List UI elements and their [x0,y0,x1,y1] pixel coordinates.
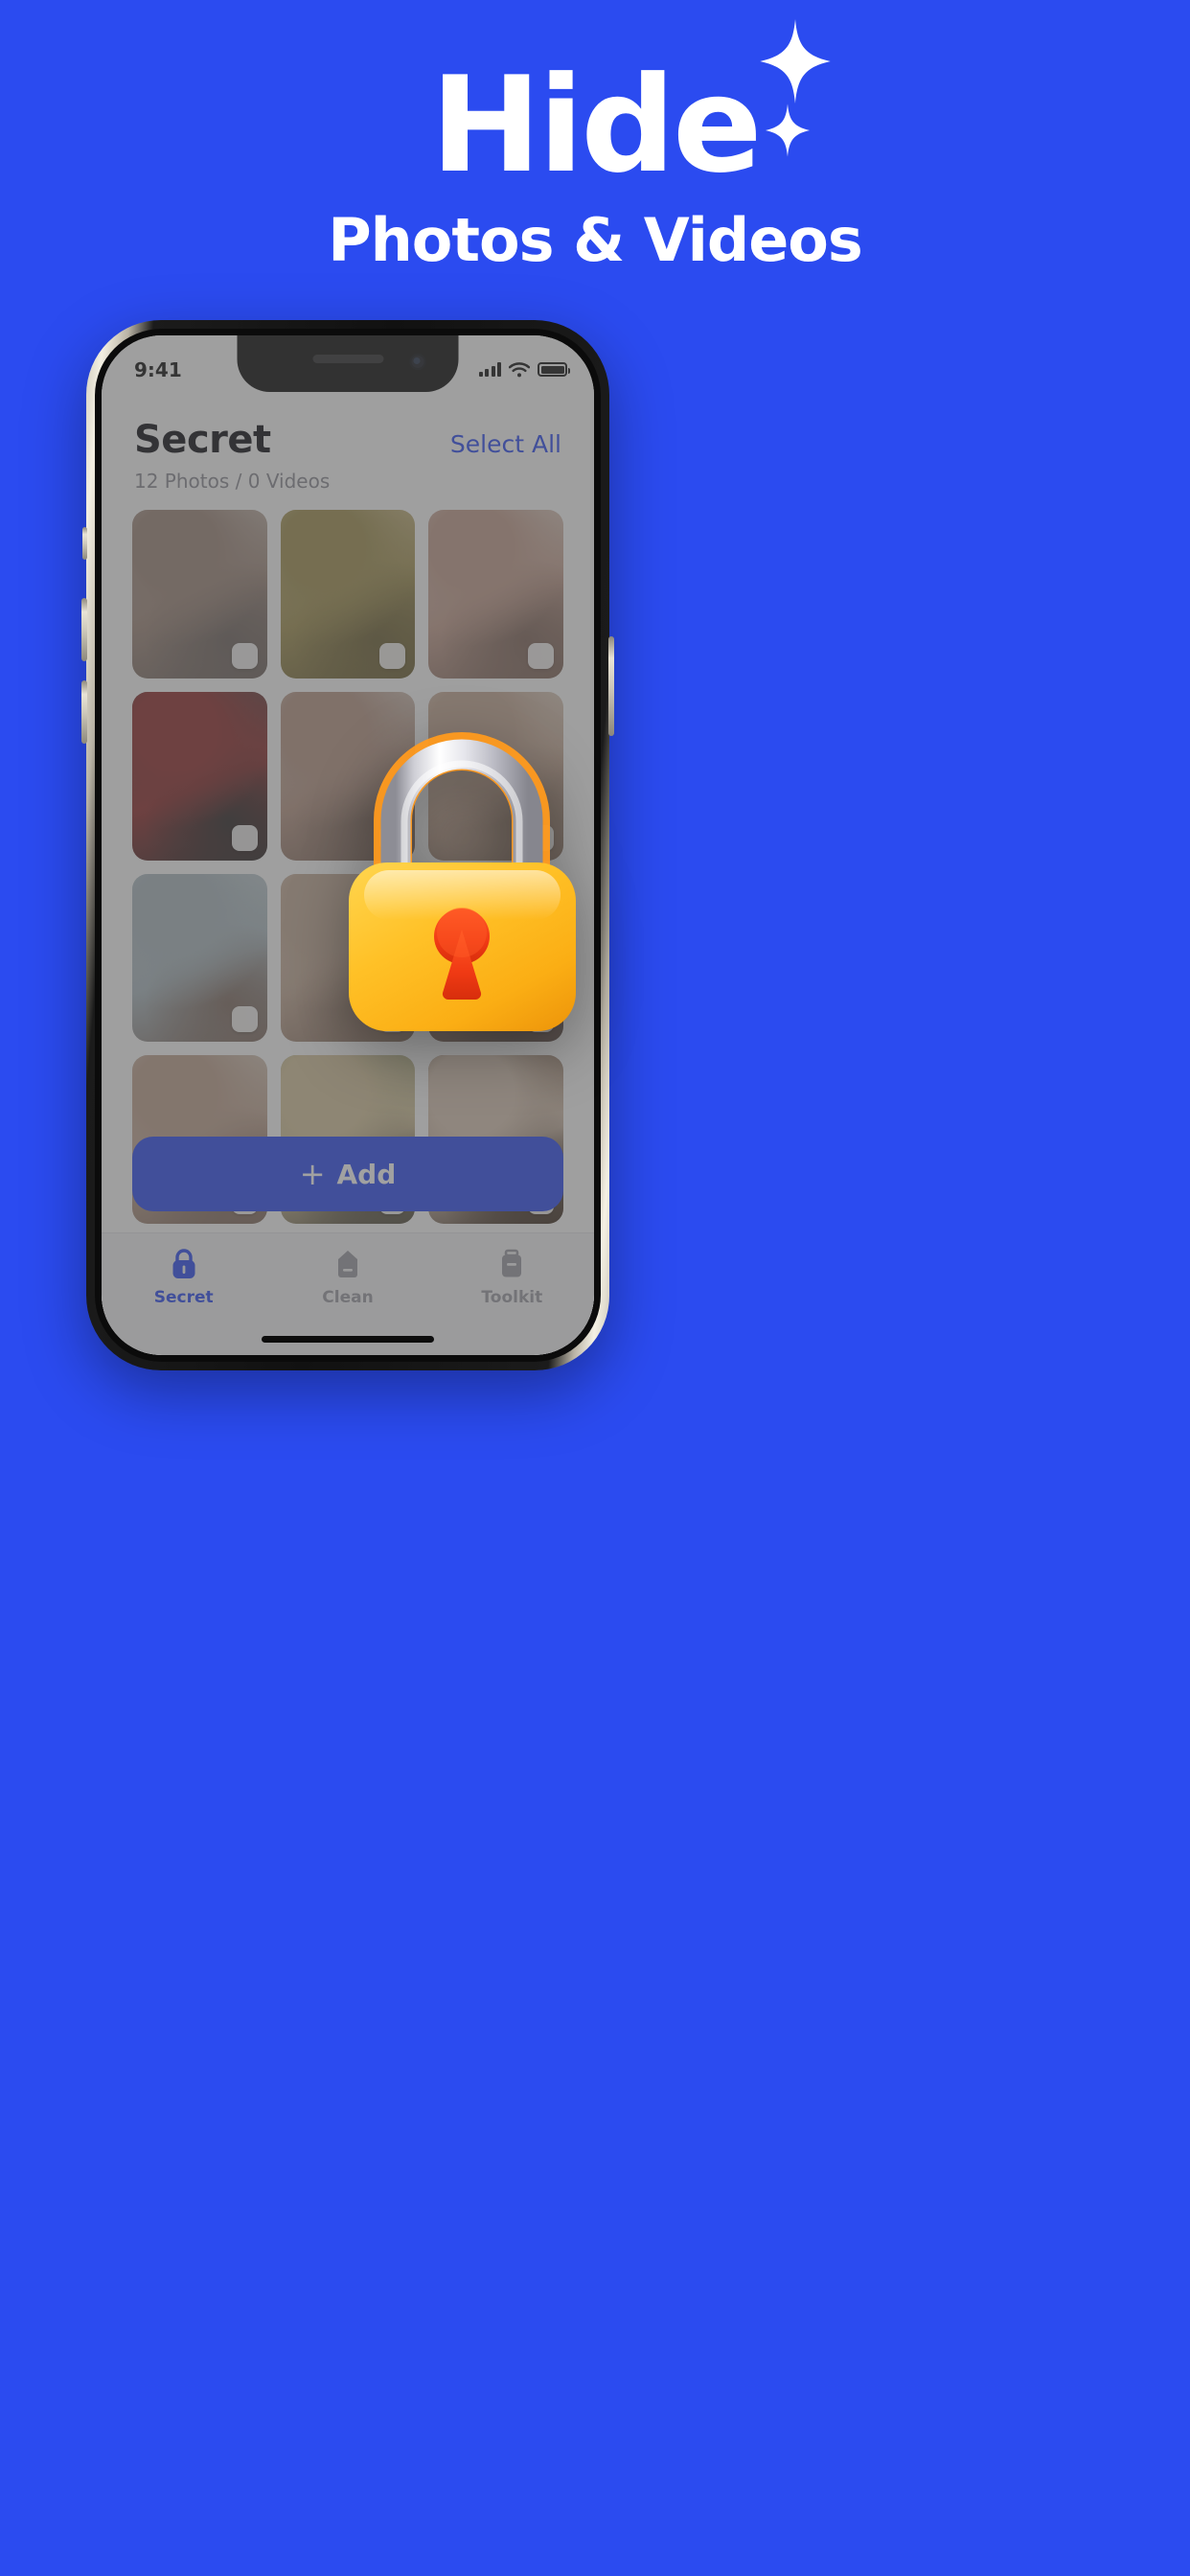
tab-label-secret: Secret [153,1288,214,1307]
home-indicator [262,1336,434,1343]
wifi-icon [509,361,530,377]
photo-thumbnail[interactable] [280,510,416,678]
app-header: Secret Select All [102,401,594,462]
select-all-button[interactable]: Select All [450,430,561,458]
padlock-3d-icon [349,732,576,1031]
app-screen-title: Secret [134,418,271,462]
status-indicators [478,361,570,378]
photo-select-checkbox[interactable] [231,824,258,851]
tab-label-clean: Clean [322,1288,374,1307]
hero-title-row: Hide [430,19,831,202]
sparkle-icon [759,19,831,104]
tab-label-toolkit: Toolkit [481,1288,543,1307]
phone-notch [237,335,459,392]
tab-secret[interactable]: Secret [102,1247,265,1355]
photo-thumbnail[interactable] [428,510,563,678]
phone-mockup: Secret Select All 12 Photos / 0 Videos +… [81,320,1105,1370]
photo-thumbnail[interactable] [132,873,267,1043]
photo-thumbnail[interactable] [132,691,267,861]
hero-banner: Hide Photos & Videos [0,0,1190,307]
page-subtitle: Photos & Videos [328,205,863,275]
front-camera-icon [409,354,426,370]
power-button[interactable] [608,636,614,736]
photo-select-checkbox[interactable] [379,642,406,669]
broom-icon [337,1251,357,1277]
sparkle-icon [765,104,810,157]
status-time: 9:41 [134,357,182,381]
add-button-label: Add [336,1158,397,1190]
add-button[interactable]: + Add [132,1137,563,1211]
photo-select-checkbox[interactable] [231,642,258,669]
battery-full-icon [538,362,570,377]
media-count-label: 12 Photos / 0 Videos [134,470,331,493]
page-title: Hide [430,48,762,202]
photo-select-checkbox[interactable] [231,1006,258,1033]
volume-up-button[interactable] [81,598,87,661]
silent-switch-button[interactable] [82,527,87,560]
lock-icon [172,1249,195,1278]
plus-icon: + [299,1156,326,1192]
signal-bars-icon [478,362,501,377]
photo-thumbnail[interactable] [132,510,267,678]
toolbox-icon [502,1249,522,1277]
photo-select-checkbox[interactable] [528,642,554,669]
earpiece-speaker [312,355,383,363]
volume-down-button[interactable] [81,680,87,744]
tab-toolkit[interactable]: Toolkit [430,1247,594,1355]
